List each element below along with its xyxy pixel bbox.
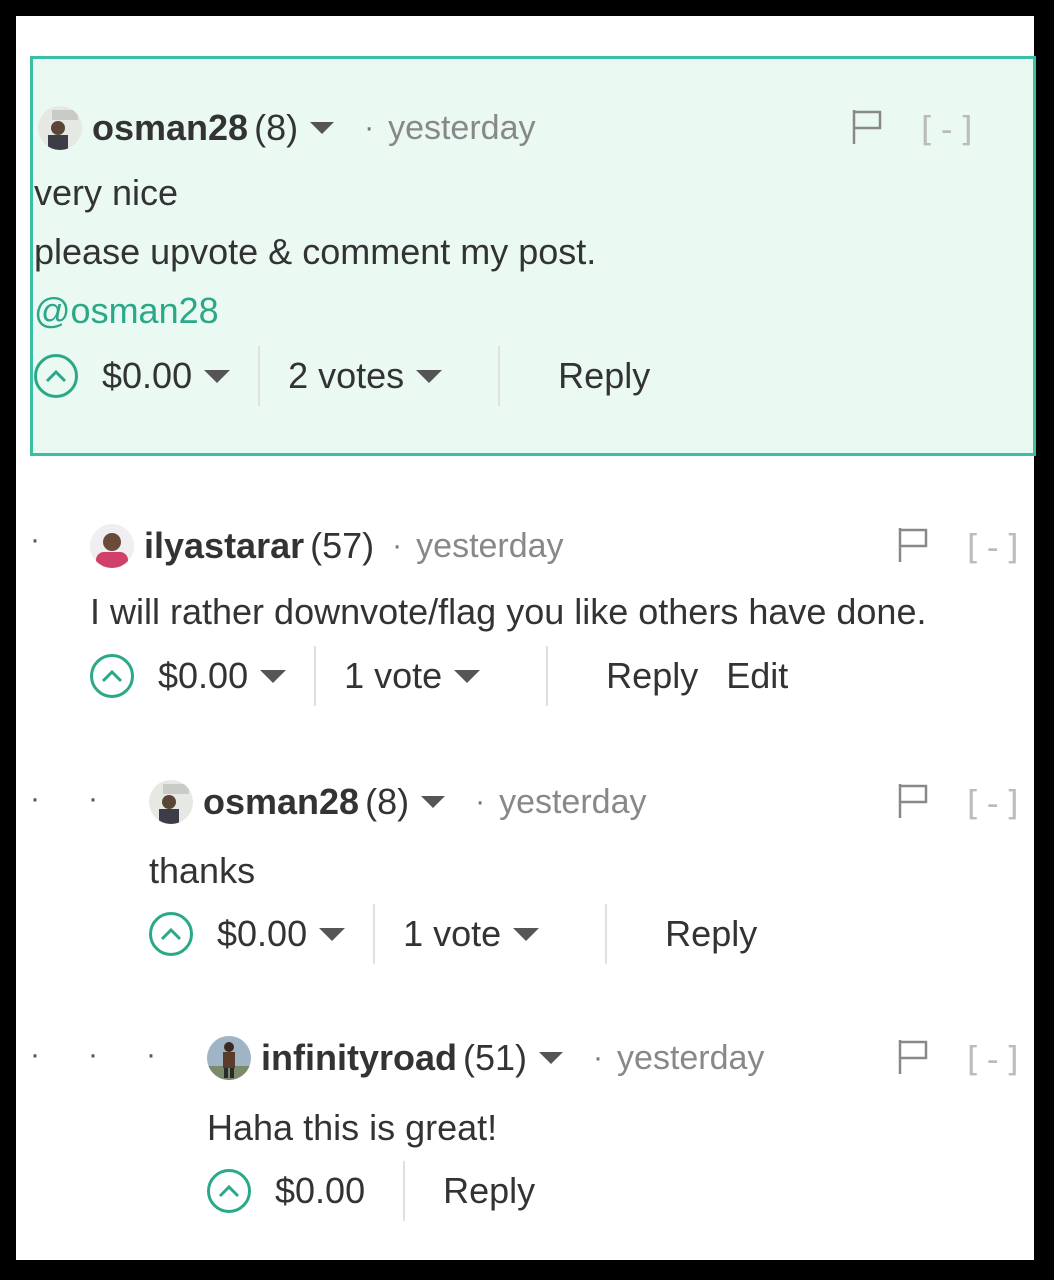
separator-dot: · [593, 1041, 604, 1074]
upvote-button[interactable] [149, 912, 193, 956]
comment-line: very nice [34, 172, 179, 213]
caret-down-icon[interactable] [421, 796, 446, 808]
author-name[interactable]: infinityroad [261, 1037, 457, 1079]
comment-tools: [-] [850, 108, 977, 151]
avatar[interactable] [149, 780, 193, 824]
votes-count[interactable]: 1 vote [403, 913, 501, 955]
comment-header: osman28 (8) · yesterday [38, 106, 535, 150]
comment-body: Haha this is great! [207, 1098, 497, 1157]
divider [546, 646, 549, 706]
comment-tools: [-] [896, 526, 1023, 569]
comment-header: infinityroad (51) · yesterday [207, 1036, 764, 1080]
comment-thread: osman28 (8) · yesterday [-] very nice pl… [16, 16, 1036, 1260]
votes-count[interactable]: 2 votes [288, 355, 404, 397]
caret-down-icon[interactable] [454, 669, 481, 683]
reply-button[interactable]: Reply [558, 355, 650, 397]
avatar[interactable] [38, 106, 82, 150]
caret-down-icon[interactable] [513, 927, 540, 941]
reply-button[interactable]: Reply [443, 1170, 535, 1212]
author-reputation: (8) [254, 107, 299, 148]
comment-line: thanks [149, 850, 256, 891]
caret-down-icon[interactable] [416, 369, 443, 383]
author-reputation: (8) [365, 781, 410, 822]
avatar[interactable] [207, 1036, 251, 1080]
comment-time[interactable]: yesterday [499, 783, 646, 822]
collapse-toggle[interactable]: [-] [916, 110, 977, 150]
mention-link[interactable]: @osman28 [34, 281, 596, 340]
flag-icon[interactable] [896, 782, 930, 825]
comment-body: thanks [149, 841, 255, 900]
comment-actions: $0.00 2 votes Reply [34, 346, 650, 406]
comment-header: ilyastarar (57) · yesterday [90, 524, 564, 568]
author-reputation: (51) [463, 1037, 528, 1078]
comment-actions: $0.00 1 vote Reply Edit [90, 646, 788, 706]
separator-dot: · [364, 111, 375, 144]
comment-line: please upvote & comment my post. [34, 231, 597, 272]
divider [373, 904, 376, 964]
chevron-up-icon [160, 927, 182, 941]
comment-tools: [-] [896, 1038, 1023, 1081]
caret-down-icon[interactable] [204, 369, 231, 383]
comment-line: Haha this is great! [207, 1107, 498, 1148]
chevron-up-icon [45, 369, 67, 383]
caret-down-icon[interactable] [319, 927, 346, 941]
separator-dot: · [475, 785, 486, 818]
collapse-toggle[interactable]: [-] [962, 1040, 1023, 1080]
payout-value[interactable]: $0.00 [217, 913, 307, 955]
reply-button[interactable]: Reply [665, 913, 757, 955]
collapse-toggle[interactable]: [-] [962, 784, 1023, 824]
comment-header: osman28 (8) · yesterday [149, 780, 646, 824]
caret-down-icon[interactable] [260, 669, 287, 683]
comment-body: very nice please upvote & comment my pos… [34, 163, 596, 340]
divider [314, 646, 317, 706]
payout-value[interactable]: $0.00 [275, 1170, 365, 1212]
caret-down-icon[interactable] [310, 122, 335, 134]
caret-down-icon[interactable] [539, 1052, 564, 1064]
payout-value[interactable]: $0.00 [102, 355, 192, 397]
payout-value[interactable]: $0.00 [158, 655, 248, 697]
comment-body: I will rather downvote/flag you like oth… [90, 582, 926, 641]
reply-button[interactable]: Reply [606, 655, 698, 697]
divider [498, 346, 501, 406]
chevron-up-icon [218, 1184, 240, 1198]
avatar[interactable] [90, 524, 134, 568]
comment-time[interactable]: yesterday [388, 109, 535, 148]
author-name[interactable]: ilyastarar [144, 525, 304, 567]
author-name[interactable]: osman28 [92, 107, 248, 149]
author-name[interactable]: osman28 [203, 781, 359, 823]
edit-button[interactable]: Edit [726, 655, 788, 697]
flag-icon[interactable] [850, 108, 884, 151]
upvote-button[interactable] [207, 1169, 251, 1213]
comment-line: I will rather downvote/flag you like oth… [90, 591, 927, 632]
upvote-button[interactable] [34, 354, 78, 398]
flag-icon[interactable] [896, 526, 930, 569]
separator-dot: · [392, 529, 403, 562]
comment-tools: [-] [896, 782, 1023, 825]
divider [403, 1161, 406, 1221]
comment-time[interactable]: yesterday [416, 527, 563, 566]
comment-time[interactable]: yesterday [617, 1039, 764, 1078]
flag-icon[interactable] [896, 1038, 930, 1081]
votes-count[interactable]: 1 vote [344, 655, 442, 697]
chevron-up-icon [101, 669, 123, 683]
upvote-button[interactable] [90, 654, 134, 698]
comment-actions: $0.00 Reply [207, 1161, 535, 1221]
divider [258, 346, 261, 406]
author-reputation: (57) [310, 525, 375, 566]
divider [605, 904, 608, 964]
collapse-toggle[interactable]: [-] [962, 528, 1023, 568]
comment-actions: $0.00 1 vote Reply [149, 904, 757, 964]
